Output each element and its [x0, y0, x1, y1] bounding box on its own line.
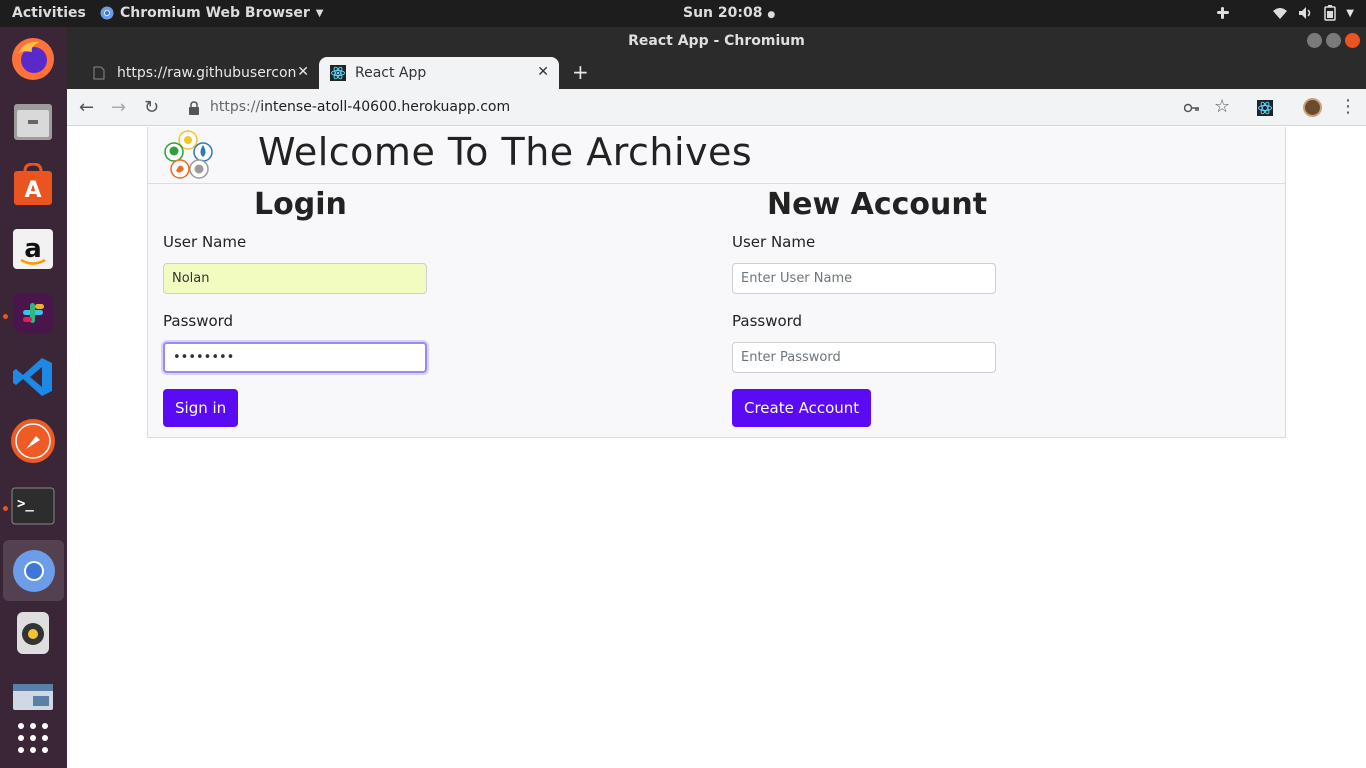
slack-tray-icon[interactable]: [1214, 4, 1232, 22]
dock-files[interactable]: [8, 97, 58, 147]
back-icon[interactable]: ←: [79, 97, 94, 118]
web-page: Welcome To The Archives Login User Name …: [67, 127, 1366, 768]
svg-text:a: a: [24, 234, 42, 264]
clock-label: Sun 20:08: [683, 5, 763, 21]
battery-icon: [1324, 5, 1337, 21]
elements-logo-icon: [164, 130, 213, 179]
login-password-input[interactable]: [163, 342, 427, 373]
browser-toolbar: ← → ↻ https://intense-atoll-40600.heroku…: [67, 89, 1366, 126]
new-tab-button[interactable]: +: [572, 60, 589, 84]
dock-vscode[interactable]: [8, 352, 58, 402]
clock[interactable]: Sun 20:08 ●: [683, 5, 775, 21]
system-top-bar: Activities Chromium Web Browser ▼ Sun 20…: [0, 0, 1366, 27]
signup-password-input[interactable]: [732, 342, 996, 373]
kebab-menu-icon[interactable]: ⋮: [1339, 96, 1357, 117]
window-title: React App - Chromium: [628, 33, 805, 49]
close-tab-icon[interactable]: ✕: [297, 64, 309, 80]
new-account-title: New Account: [767, 187, 988, 222]
avatar[interactable]: [1303, 98, 1322, 117]
software-center-icon: A: [14, 163, 52, 205]
window-icon: [13, 684, 53, 710]
dock-rhythmbox[interactable]: [8, 608, 58, 658]
app-grid-icon: [18, 723, 48, 753]
system-tray[interactable]: ▼: [1214, 4, 1354, 22]
activities-button[interactable]: Activities: [12, 5, 86, 21]
dock-amazon[interactable]: a: [8, 224, 58, 274]
page-title: Welcome To The Archives: [258, 130, 753, 174]
dock-postman[interactable]: [8, 416, 58, 466]
bookmark-star-icon[interactable]: ☆: [1214, 96, 1230, 117]
svg-text:A: A: [24, 178, 41, 203]
firefox-icon: [12, 38, 54, 80]
terminal-icon: >_: [11, 487, 55, 525]
dock-chromium[interactable]: [3, 540, 64, 601]
login-username-label: User Name: [163, 233, 247, 251]
app-menu[interactable]: Chromium Web Browser ▼: [100, 5, 323, 21]
close-tab-icon[interactable]: ✕: [537, 64, 549, 80]
svg-text:>_: >_: [17, 496, 34, 512]
url-host: intense-atoll-40600.herokuapp.com: [260, 99, 511, 115]
dock: A a >_: [0, 27, 67, 768]
card-header: Welcome To The Archives: [148, 127, 1285, 184]
files-icon: [14, 104, 52, 140]
wifi-icon: [1273, 8, 1288, 19]
dock-software[interactable]: A: [8, 160, 58, 210]
tab-react-app[interactable]: React App ✕: [319, 57, 559, 89]
lock-icon: [189, 101, 199, 115]
login-password-label: Password: [163, 312, 234, 330]
window-titlebar[interactable]: React App - Chromium: [67, 27, 1366, 55]
key-icon[interactable]: [1184, 103, 1200, 113]
dock-slack[interactable]: [8, 288, 58, 338]
postman-icon: [11, 419, 55, 463]
react-devtools-icon[interactable]: [1257, 100, 1273, 116]
chromium-icon: [100, 6, 114, 20]
notification-dot-icon: ●: [767, 10, 776, 20]
window-controls: [1307, 33, 1360, 48]
amazon-icon: a: [13, 229, 53, 269]
close-window-button[interactable]: [1345, 33, 1360, 48]
minimize-button[interactable]: [1307, 33, 1322, 48]
tab-title: React App: [355, 65, 427, 81]
app-menu-label: Chromium Web Browser: [120, 5, 310, 21]
vscode-icon: [13, 358, 52, 396]
dock-firefox[interactable]: [8, 34, 58, 84]
dock-terminal[interactable]: >_: [8, 481, 58, 531]
reload-icon[interactable]: ↻: [144, 97, 159, 118]
tab-raw-github[interactable]: https://raw.githubusercontent.com ✕: [77, 57, 319, 89]
create-account-button[interactable]: Create Account: [732, 389, 872, 427]
volume-icon: [1299, 7, 1311, 19]
chevron-down-icon: ▼: [1346, 7, 1354, 19]
tab-strip: https://raw.githubusercontent.com ✕ Reac…: [67, 55, 1366, 89]
chromium-icon: [12, 549, 55, 592]
archives-card: Welcome To The Archives Login User Name …: [147, 127, 1286, 438]
signup-password-label: Password: [732, 312, 803, 330]
address-bar[interactable]: https://intense-atoll-40600.herokuapp.co…: [210, 99, 510, 115]
speaker-icon: [17, 612, 49, 654]
url-scheme: https://: [210, 99, 261, 115]
signup-username-input[interactable]: [732, 263, 996, 294]
react-icon: [330, 65, 346, 81]
login-username-input[interactable]: [163, 263, 427, 294]
tab-title: https://raw.githubusercontent.com: [117, 65, 297, 81]
file-icon: [93, 66, 105, 80]
maximize-button[interactable]: [1326, 33, 1341, 48]
show-applications[interactable]: [8, 713, 58, 763]
signup-username-label: User Name: [732, 233, 816, 251]
sign-in-button[interactable]: Sign in: [163, 389, 239, 427]
chevron-down-icon: ▼: [315, 7, 324, 19]
slack-icon: [13, 293, 53, 333]
login-title: Login: [254, 187, 347, 222]
forward-icon[interactable]: →: [111, 97, 126, 118]
